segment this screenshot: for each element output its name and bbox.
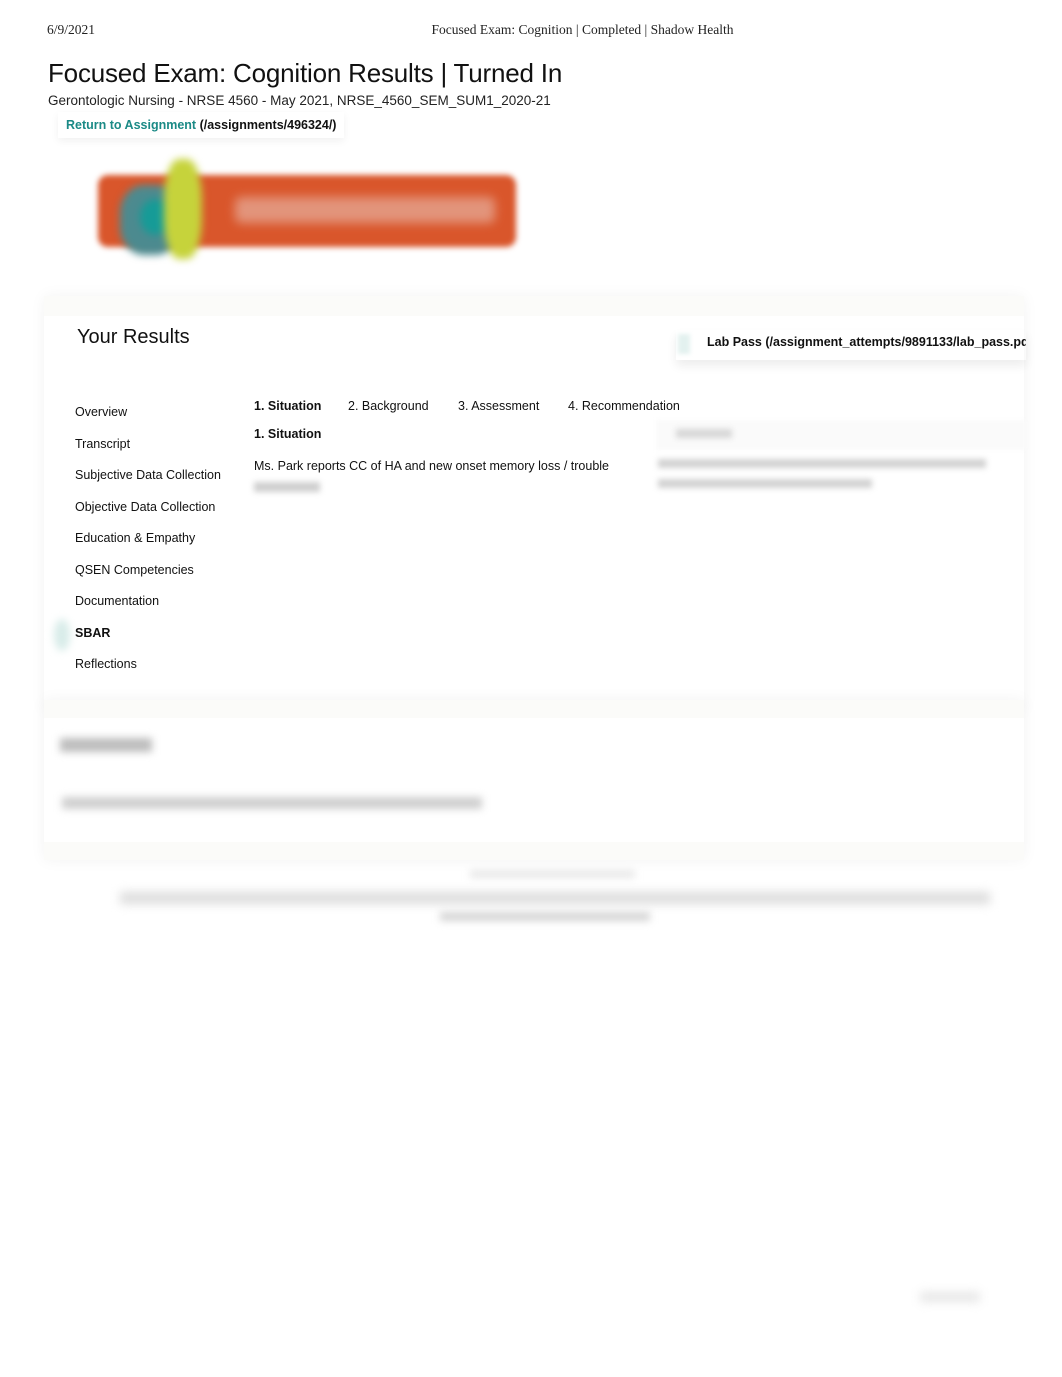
- sidebar-item-label: Transcript: [75, 436, 131, 451]
- sidebar-item-label: Subjective Data Collection: [75, 468, 221, 482]
- results-title: Your Results: [77, 326, 190, 348]
- print-header: 6/9/2021 Focused Exam: Cognition | Compl…: [0, 22, 1062, 40]
- page-title: Focused Exam: Cognition Results | Turned…: [48, 58, 563, 88]
- sidebar-item-label: Overview: [75, 405, 128, 419]
- redacted-label: [676, 429, 732, 438]
- redacted-comments-body: [62, 797, 482, 809]
- redacted-comments-title: [60, 738, 152, 752]
- redacted-footer-copyright: [470, 870, 635, 878]
- sidebar-item-education-empathy[interactable]: Education & Empathy: [58, 524, 226, 556]
- course-subtitle: Gerontologic Nursing - NRSE 4560 - May 2…: [48, 93, 551, 108]
- redacted-text: [658, 479, 872, 488]
- active-indicator: [54, 618, 70, 651]
- sidebar-item-transcript[interactable]: Transcript: [58, 430, 226, 462]
- sidebar-item-objective-data[interactable]: Objective Data Collection: [58, 493, 226, 525]
- sidebar-item-label: Documentation: [75, 594, 160, 608]
- return-link-url: (/assignments/496324/): [199, 118, 337, 132]
- sidebar-item-documentation[interactable]: Documentation: [58, 587, 226, 619]
- sidebar-item-label: Objective Data Collection: [75, 499, 216, 514]
- redacted-footer-links: [440, 912, 650, 921]
- redacted-page-number: [920, 1292, 980, 1302]
- sidebar-item-overview[interactable]: Overview: [58, 398, 226, 430]
- lab-pass-link[interactable]: Lab Pass (/assignment_attempts/9891133/l…: [676, 330, 1026, 360]
- redacted-footer-links: [120, 892, 990, 904]
- situation-text: Ms. Park reports CC of HA and new onset …: [254, 456, 634, 496]
- sidebar-item-sbar[interactable]: SBAR: [54, 618, 226, 651]
- sidebar-item-qsen[interactable]: QSEN Competencies: [58, 556, 226, 588]
- redacted-text: [658, 459, 986, 468]
- return-to-assignment-link[interactable]: Return to Assignment (/assignments/49632…: [58, 112, 344, 138]
- comments-card: [44, 700, 1024, 860]
- logo-mark-icon: [112, 155, 212, 270]
- sidebar-item-label: Education & Empathy: [75, 531, 196, 545]
- sidebar-item-label: QSEN Competencies: [75, 562, 194, 577]
- redacted-text: [254, 481, 320, 492]
- results-sidebar: Overview Transcript Subjective Data Coll…: [54, 398, 226, 682]
- sidebar-item-label: Reflections: [75, 657, 137, 671]
- tab-assessment[interactable]: 3. Assessment: [458, 399, 539, 413]
- sidebar-item-label: SBAR: [75, 625, 111, 640]
- section-heading: 1. Situation: [254, 427, 322, 441]
- tab-situation[interactable]: 1. Situation: [254, 399, 321, 413]
- sidebar-item-reflections[interactable]: Reflections: [58, 650, 226, 682]
- logo-wordmark: [235, 197, 495, 223]
- situation-text-line: Ms. Park reports CC of HA and new onset …: [254, 459, 609, 473]
- return-link-label[interactable]: Return to Assignment: [66, 118, 196, 132]
- tab-recommendation[interactable]: 4. Recommendation: [568, 399, 680, 413]
- sidebar-item-subjective-data[interactable]: Subjective Data Collection: [58, 461, 226, 493]
- print-title: Focused Exam: Cognition | Completed | Sh…: [431, 22, 734, 37]
- tab-background[interactable]: 2. Background: [348, 399, 429, 413]
